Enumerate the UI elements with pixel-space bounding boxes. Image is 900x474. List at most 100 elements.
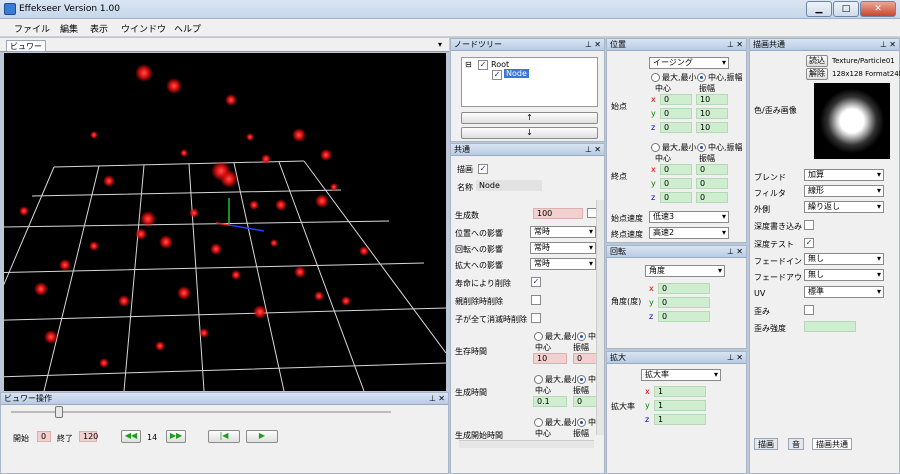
scale-y-field[interactable]: 1 xyxy=(654,400,706,411)
start-field[interactable]: 0 xyxy=(37,431,51,442)
blend-select[interactable]: 加算 xyxy=(804,169,884,181)
pin-icon[interactable]: ⊥ xyxy=(727,246,734,258)
distortion-checkbox[interactable] xyxy=(804,305,814,315)
play-button[interactable]: ▶ xyxy=(246,430,278,443)
collapse-icon[interactable]: ⊟ xyxy=(465,60,472,69)
pos-influence-select[interactable]: 常時 xyxy=(530,226,596,238)
gen-minmax-radio[interactable] xyxy=(534,375,543,384)
close-button[interactable]: ✕ xyxy=(860,1,896,17)
pin-icon[interactable]: ⊥ xyxy=(727,352,734,364)
node-tree-view[interactable]: ⊟ ✓ Root ✓ Node xyxy=(461,57,598,107)
gen-centeramp-radio[interactable] xyxy=(577,375,586,384)
start-speed-select[interactable]: 低速3 xyxy=(649,211,729,223)
menu-help[interactable]: ヘルプ xyxy=(174,22,201,35)
rot-y-field[interactable]: 0 xyxy=(658,297,710,308)
minimize-button[interactable]: ▁ xyxy=(806,1,832,17)
end-y-amp[interactable]: 0 xyxy=(696,178,728,189)
pin-icon[interactable]: ⊥ xyxy=(429,393,436,405)
life-center-field[interactable]: 10 xyxy=(533,353,567,364)
draw-checkbox[interactable]: ✓ xyxy=(478,164,488,174)
start-x-amp[interactable]: 10 xyxy=(696,94,728,105)
tree-node[interactable]: Node xyxy=(504,69,529,78)
move-down-button[interactable]: ↓ xyxy=(461,127,598,139)
rot-z-field[interactable]: 0 xyxy=(658,311,710,322)
name-field[interactable]: Node xyxy=(476,180,542,191)
end-minmax-radio[interactable] xyxy=(651,143,660,152)
fadeout-select[interactable]: 無し xyxy=(804,269,884,281)
tab-render-common[interactable]: 描画共通 xyxy=(812,438,852,450)
move-up-button[interactable]: ↑ xyxy=(461,112,598,124)
texture-load-button[interactable]: 読込 xyxy=(806,55,828,67)
start-z-center[interactable]: 0 xyxy=(660,122,692,133)
end-centeramp-radio[interactable] xyxy=(697,143,706,152)
child-delete-checkbox[interactable] xyxy=(531,313,541,323)
close-icon[interactable]: ✕ xyxy=(594,144,601,156)
gen-center-field[interactable]: 0.1 xyxy=(533,396,567,407)
tab-render[interactable]: 描画 xyxy=(754,438,778,450)
end-speed-select[interactable]: 高速2 xyxy=(649,227,729,239)
start-y-amp[interactable]: 10 xyxy=(696,108,728,119)
node-checkbox[interactable]: ✓ xyxy=(492,70,502,80)
depth-test-checkbox[interactable]: ✓ xyxy=(804,238,814,248)
wrap-select[interactable]: 繰り返し xyxy=(804,201,884,213)
pin-icon[interactable]: ⊥ xyxy=(727,39,734,51)
end-z-amp[interactable]: 0 xyxy=(696,192,728,203)
end-x-center[interactable]: 0 xyxy=(660,164,692,175)
genstart-minmax-radio[interactable] xyxy=(534,418,543,427)
start-x-center[interactable]: 0 xyxy=(660,94,692,105)
menu-file[interactable]: ファイル xyxy=(14,22,50,35)
position-mode-select[interactable]: イージング xyxy=(649,57,729,69)
tab-sound[interactable]: 音 xyxy=(788,438,804,450)
spawn-field[interactable]: 100 xyxy=(533,208,583,219)
scale-z-field[interactable]: 1 xyxy=(654,414,706,425)
close-icon[interactable]: ✕ xyxy=(594,39,601,51)
genstart-centeramp-radio[interactable] xyxy=(577,418,586,427)
menu-edit[interactable]: 編集 xyxy=(60,22,78,35)
rotation-mode-select[interactable]: 角度 xyxy=(645,265,725,277)
life-delete-checkbox[interactable]: ✓ xyxy=(531,277,541,287)
uv-select[interactable]: 標準 xyxy=(804,286,884,298)
rewind-button[interactable]: ◀◀ xyxy=(121,430,141,443)
fadein-select[interactable]: 無し xyxy=(804,253,884,265)
tree-root[interactable]: Root xyxy=(491,60,509,69)
pin-icon[interactable]: ⊥ xyxy=(585,39,592,51)
start-centeramp-radio[interactable] xyxy=(697,73,706,82)
timeline-slider-thumb[interactable] xyxy=(55,406,63,418)
timeline-track[interactable] xyxy=(11,411,391,413)
scale-x-field[interactable]: 1 xyxy=(654,386,706,397)
end-x-amp[interactable]: 0 xyxy=(696,164,728,175)
distortion-strength-field[interactable] xyxy=(804,321,856,332)
scale-influence-select[interactable]: 常時 xyxy=(530,258,596,270)
start-z-amp[interactable]: 10 xyxy=(696,122,728,133)
step-back-button[interactable]: |◀ xyxy=(208,430,240,443)
depth-write-checkbox[interactable] xyxy=(804,220,814,230)
pin-icon[interactable]: ⊥ xyxy=(880,39,887,51)
texture-release-button[interactable]: 解除 xyxy=(806,68,828,80)
root-checkbox[interactable]: ✓ xyxy=(478,60,488,70)
life-centeramp-radio[interactable] xyxy=(577,332,586,341)
life-minmax-radio[interactable] xyxy=(534,332,543,341)
close-icon[interactable]: ✕ xyxy=(736,39,743,51)
scale-mode-select[interactable]: 拡大率 xyxy=(641,369,721,381)
start-minmax-radio[interactable] xyxy=(651,73,660,82)
close-icon[interactable]: ✕ xyxy=(889,39,896,51)
end-y-center[interactable]: 0 xyxy=(660,178,692,189)
pin-icon[interactable]: ⊥ xyxy=(585,144,592,156)
menu-view[interactable]: 表示 xyxy=(90,22,108,35)
rot-x-field[interactable]: 0 xyxy=(658,283,710,294)
common-scrollbar[interactable] xyxy=(596,200,604,435)
3d-viewport[interactable] xyxy=(4,53,446,391)
start-y-center[interactable]: 0 xyxy=(660,108,692,119)
common-hscrollbar[interactable] xyxy=(459,440,594,448)
close-icon[interactable]: ✕ xyxy=(438,393,445,405)
parent-delete-checkbox[interactable] xyxy=(531,295,541,305)
tab-list-dropdown-icon[interactable]: ▾ xyxy=(438,40,442,49)
maximize-button[interactable]: □ xyxy=(833,1,859,17)
rot-influence-select[interactable]: 常時 xyxy=(530,242,596,254)
end-z-center[interactable]: 0 xyxy=(660,192,692,203)
close-icon[interactable]: ✕ xyxy=(736,352,743,364)
menu-window[interactable]: ウインドウ xyxy=(121,22,166,35)
end-field[interactable]: 120 xyxy=(79,431,98,442)
close-icon[interactable]: ✕ xyxy=(736,246,743,258)
fast-forward-button[interactable]: ▶▶ xyxy=(166,430,186,443)
